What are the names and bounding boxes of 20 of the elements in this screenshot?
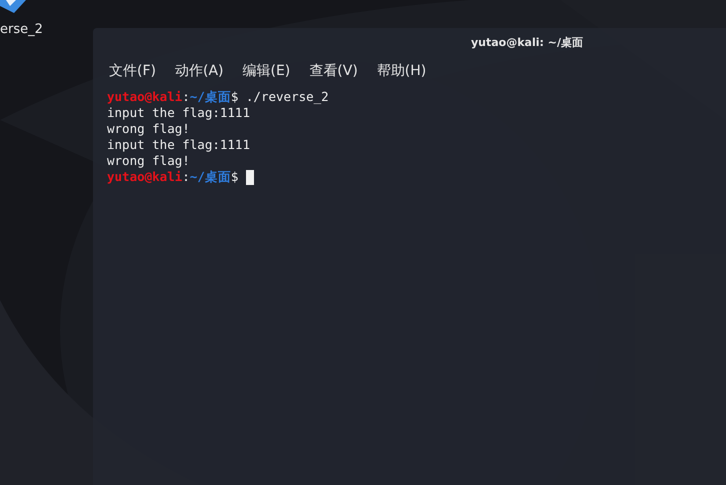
menu-item[interactable]: 查看(V) bbox=[309, 62, 358, 80]
prompt-path: ~/桌面 bbox=[190, 89, 231, 105]
menu-item[interactable]: 帮助(H) bbox=[376, 62, 426, 80]
prompt-user: yutao@kali bbox=[107, 89, 182, 105]
terminal-text: wrong flag! bbox=[107, 153, 190, 169]
prompt-path: ~/桌面 bbox=[190, 169, 231, 185]
window-title: yutao@kali: ~/桌面 bbox=[471, 34, 583, 50]
menu-item[interactable]: 文件(F) bbox=[109, 62, 156, 80]
terminal-text: $ ./reverse_2 bbox=[230, 89, 329, 105]
terminal-text: : bbox=[182, 169, 190, 185]
terminal-text: : bbox=[182, 89, 190, 105]
file-icon[interactable] bbox=[0, 0, 26, 13]
desktop-icon-label[interactable]: erse_2 bbox=[0, 22, 43, 37]
menu-item[interactable]: 动作(A) bbox=[174, 62, 224, 80]
terminal-text: wrong flag! bbox=[107, 121, 190, 137]
menu-item[interactable]: 编辑(E) bbox=[242, 62, 290, 80]
terminal-text: input the flag:1111 bbox=[107, 105, 250, 121]
terminal-text: $ bbox=[230, 169, 240, 185]
terminal-text: input the flag:1111 bbox=[107, 137, 250, 153]
prompt-user: yutao@kali bbox=[107, 169, 182, 185]
